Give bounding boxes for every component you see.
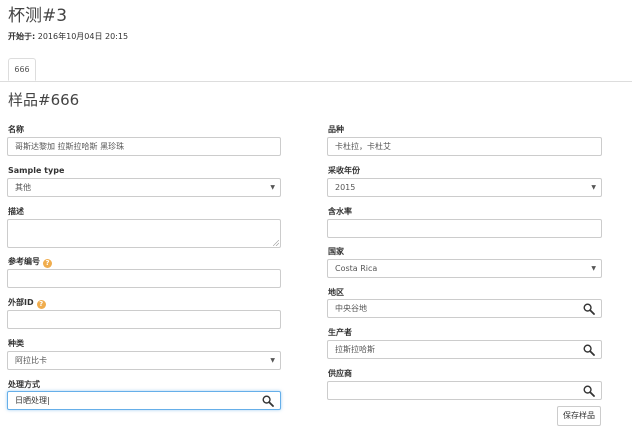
moisture-input[interactable] — [327, 219, 602, 238]
search-icon[interactable] — [583, 385, 595, 397]
name-input[interactable]: 哥斯达黎加 拉斯拉哈斯 黑珍珠 — [7, 137, 281, 156]
processing-input[interactable]: 日晒处理| — [7, 391, 281, 410]
help-icon[interactable]: ? — [43, 259, 52, 268]
sample-title: 样品#666 — [8, 91, 80, 109]
processing-value: 日晒处理| — [15, 396, 50, 405]
chevron-down-icon: ▼ — [591, 184, 596, 191]
variety-input[interactable]: 卡杜拉，卡杜艾 — [327, 137, 602, 156]
sample-type-value: 其他 — [15, 183, 31, 192]
started-label: 开始于: — [8, 32, 36, 41]
search-icon[interactable] — [262, 395, 274, 407]
external-id-label-text: 外部ID — [8, 298, 34, 307]
description-label: 描述 — [8, 207, 24, 216]
tab-666[interactable]: 666 — [8, 58, 36, 81]
started-value: 2016年10月04日 20:15 — [35, 32, 129, 41]
page-title: 杯测#3 — [8, 6, 68, 26]
producer-value: 拉斯拉哈斯 — [335, 345, 375, 354]
harvest-year-value: 2015 — [335, 183, 356, 192]
chevron-down-icon: ▼ — [591, 265, 596, 272]
chevron-down-icon: ▼ — [270, 357, 275, 364]
harvest-year-label: 采收年份 — [328, 166, 360, 175]
name-label: 名称 — [8, 125, 24, 134]
moisture-label: 含水率 — [328, 207, 352, 216]
sample-tabs: 666 — [0, 58, 632, 82]
producer-input[interactable]: 拉斯拉哈斯 — [327, 340, 602, 359]
country-label: 国家 — [328, 247, 344, 256]
harvest-year-select[interactable]: 2015 ▼ — [327, 178, 602, 197]
region-label: 地区 — [328, 288, 344, 297]
species-value: 阿拉比卡 — [15, 356, 47, 365]
resize-grip-icon[interactable] — [273, 240, 279, 246]
name-value: 哥斯达黎加 拉斯拉哈斯 黑珍珠 — [15, 142, 125, 151]
save-sample-button[interactable]: 保存样品 — [557, 406, 601, 426]
country-select[interactable]: Costa Rica ▼ — [327, 259, 602, 278]
page: 杯测#3 开始于: 2016年10月04日 20:15 666 样品#666 名… — [0, 0, 640, 437]
reference-number-input[interactable] — [7, 269, 281, 288]
sample-type-select[interactable]: 其他 ▼ — [7, 178, 281, 197]
species-select[interactable]: 阿拉比卡 ▼ — [7, 351, 281, 370]
producer-label: 生产者 — [328, 328, 352, 337]
region-value: 中央谷地 — [335, 304, 367, 313]
description-textarea[interactable] — [7, 219, 281, 248]
variety-label: 品种 — [328, 125, 344, 134]
country-value: Costa Rica — [335, 264, 378, 273]
reference-number-label-text: 参考编号 — [8, 257, 40, 266]
region-input[interactable]: 中央谷地 — [327, 299, 602, 318]
external-id-label: 外部ID? — [8, 298, 46, 309]
search-icon[interactable] — [583, 344, 595, 356]
external-id-input[interactable] — [7, 310, 281, 329]
chevron-down-icon: ▼ — [270, 184, 275, 191]
help-icon[interactable]: ? — [36, 300, 46, 309]
variety-value: 卡杜拉，卡杜艾 — [335, 142, 391, 151]
supplier-input[interactable] — [327, 381, 602, 400]
supplier-label: 供应商 — [328, 369, 352, 378]
species-label: 种类 — [8, 339, 24, 348]
sample-type-label: Sample type — [8, 166, 65, 175]
search-icon[interactable] — [583, 303, 595, 315]
reference-number-label: 参考编号? — [8, 257, 52, 268]
started-info: 开始于: 2016年10月04日 20:15 — [8, 31, 128, 43]
processing-label: 处理方式 — [8, 380, 40, 389]
